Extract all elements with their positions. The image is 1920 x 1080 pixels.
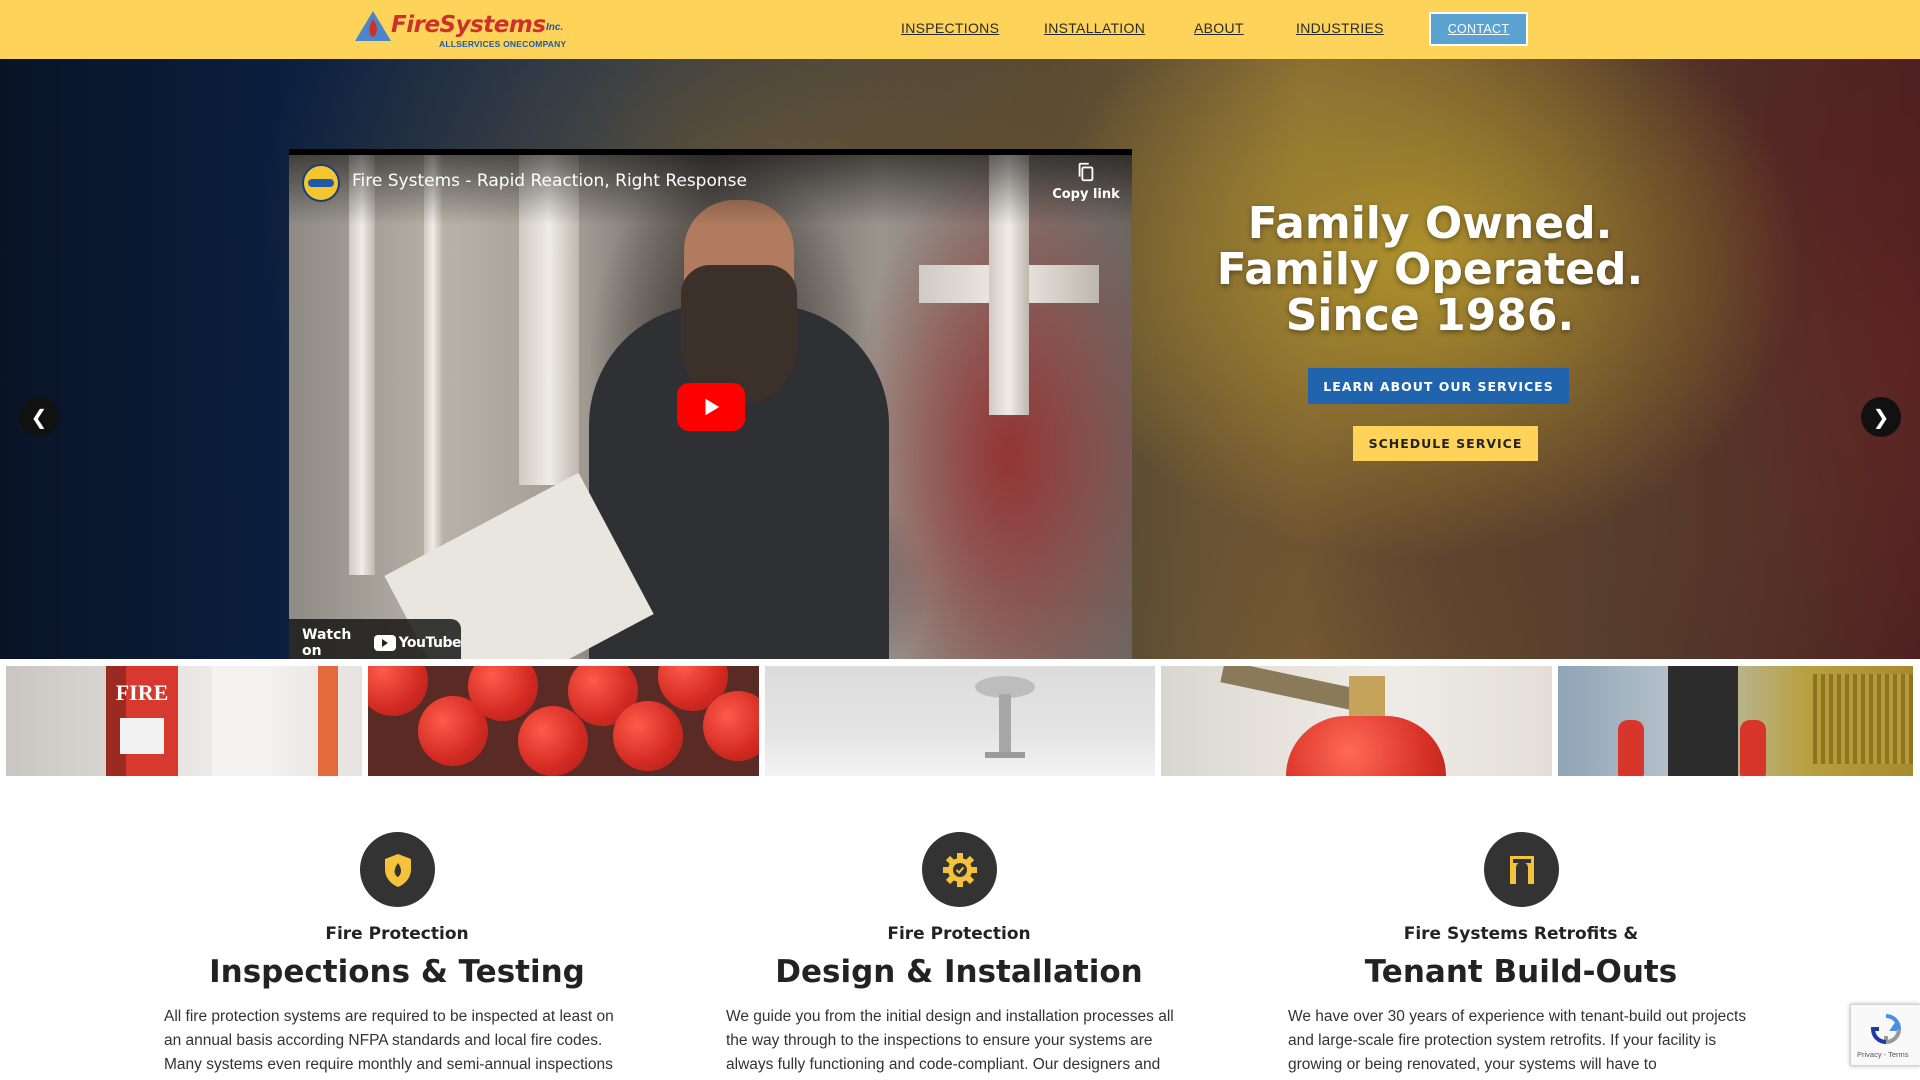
vehicle-grille	[1813, 674, 1913, 764]
site-header: FireSystems Inc. ALLSERVICES ONECOMPANY …	[0, 0, 1920, 59]
feature-body: All fire protection systems are required…	[164, 1008, 614, 1073]
fire-alarm-pull-station: FIRE	[106, 666, 178, 776]
thumbnail-suppression-tank[interactable]	[1161, 666, 1552, 776]
wall-panel	[212, 666, 272, 776]
thumbnail-fire-alarm[interactable]: FIRE	[6, 666, 362, 776]
shield-flame-icon-svg	[384, 853, 411, 887]
recaptcha-icon	[1870, 1014, 1902, 1045]
extinguisher	[1740, 720, 1766, 776]
recaptcha-badge[interactable]: Privacy - Terms	[1850, 1004, 1920, 1066]
hero-heading-line: Since 1986.	[1285, 290, 1575, 341]
vehicle-panel	[1668, 666, 1738, 776]
hero-heading-line: Family Operated.	[1216, 244, 1644, 295]
youtube-embed[interactable]: Fire Systems - Rapid Reaction, Right Res…	[289, 149, 1132, 659]
feature-eyebrow: Fire Systems Retrofits &	[1403, 924, 1639, 944]
learn-services-button[interactable]: LEARN ABOUT OUR SERVICES	[1308, 368, 1569, 404]
hero-heading-line: Family Owned.	[1247, 198, 1613, 249]
main-nav: INSPECTIONS INSTALLATION ABOUT INDUSTRIE…	[0, 0, 1920, 59]
video-title[interactable]: Fire Systems - Rapid Reaction, Right Res…	[352, 171, 747, 191]
orange-pillar	[318, 666, 338, 776]
copy-link-label: Copy link	[1052, 187, 1120, 202]
feature-title: Design & Installation	[775, 954, 1143, 990]
thumbnail-ceiling-sprinkler[interactable]	[765, 666, 1155, 776]
youtube-icon	[373, 635, 396, 651]
feature-eyebrow: Fire Protection	[325, 924, 469, 944]
copy-link-button[interactable]: Copy link	[1051, 161, 1121, 203]
nav-about[interactable]: ABOUT	[1194, 20, 1244, 36]
recaptcha-footer[interactable]: Privacy - Terms	[1857, 1050, 1909, 1059]
blueprint-icon	[1484, 832, 1559, 907]
chevron-right-icon: ❯	[1872, 406, 1890, 429]
youtube-logo: YouTube	[373, 635, 462, 651]
nav-inspections[interactable]: INSPECTIONS	[901, 20, 999, 36]
gear-check-icon	[922, 832, 997, 907]
shield-flame-icon	[360, 832, 435, 907]
feature-title: Tenant Build-Outs	[1364, 954, 1678, 990]
youtube-wordmark: YouTube	[398, 635, 462, 651]
feature-body: We have over 30 years of experience with…	[1288, 1008, 1747, 1073]
extinguisher	[1618, 720, 1644, 776]
fire-alarm-label: FIRE	[115, 680, 169, 705]
chevron-left-icon: ❮	[30, 406, 48, 429]
feature-title: Inspections & Testing	[209, 954, 585, 990]
slider-prev-button[interactable]: ❮	[19, 397, 59, 437]
blueprint-icon-svg	[1509, 855, 1534, 884]
play-icon	[705, 398, 720, 416]
contact-button[interactable]: CONTACT	[1429, 12, 1528, 46]
channel-avatar[interactable]	[302, 164, 340, 202]
thumbnail-vehicle-extinguishers[interactable]	[1558, 666, 1913, 776]
hero-slider: ❮ ❯ Fire Systems - Rapid Reaction, Right…	[0, 59, 1920, 659]
gear-check-icon-svg	[942, 852, 977, 887]
suppression-tank	[1286, 716, 1446, 776]
extinguisher	[703, 691, 759, 761]
sprinkler-deflector	[985, 752, 1025, 758]
extinguisher	[368, 666, 428, 716]
feature-body: We guide you from the initial design and…	[726, 1008, 1174, 1073]
fire-alarm-plate	[120, 718, 164, 754]
watch-on-youtube[interactable]: Watch on YouTube	[289, 619, 462, 659]
extinguisher	[613, 701, 683, 771]
thumbnail-fire-extinguishers[interactable]	[368, 666, 759, 776]
schedule-service-button[interactable]: SCHEDULE SERVICE	[1353, 426, 1538, 461]
copy-icon	[1078, 162, 1094, 182]
hero-heading: Family Owned. Family Operated. Since 198…	[1180, 201, 1680, 339]
nav-installation[interactable]: INSTALLATION	[1044, 20, 1145, 36]
play-button[interactable]	[677, 383, 745, 431]
extinguisher	[518, 706, 588, 776]
watch-on-label: Watch on	[302, 627, 352, 659]
feature-eyebrow: Fire Protection	[887, 924, 1031, 944]
slider-next-button[interactable]: ❯	[1861, 397, 1901, 437]
nav-industries[interactable]: INDUSTRIES	[1296, 20, 1384, 36]
sprinkler-body	[999, 694, 1011, 754]
